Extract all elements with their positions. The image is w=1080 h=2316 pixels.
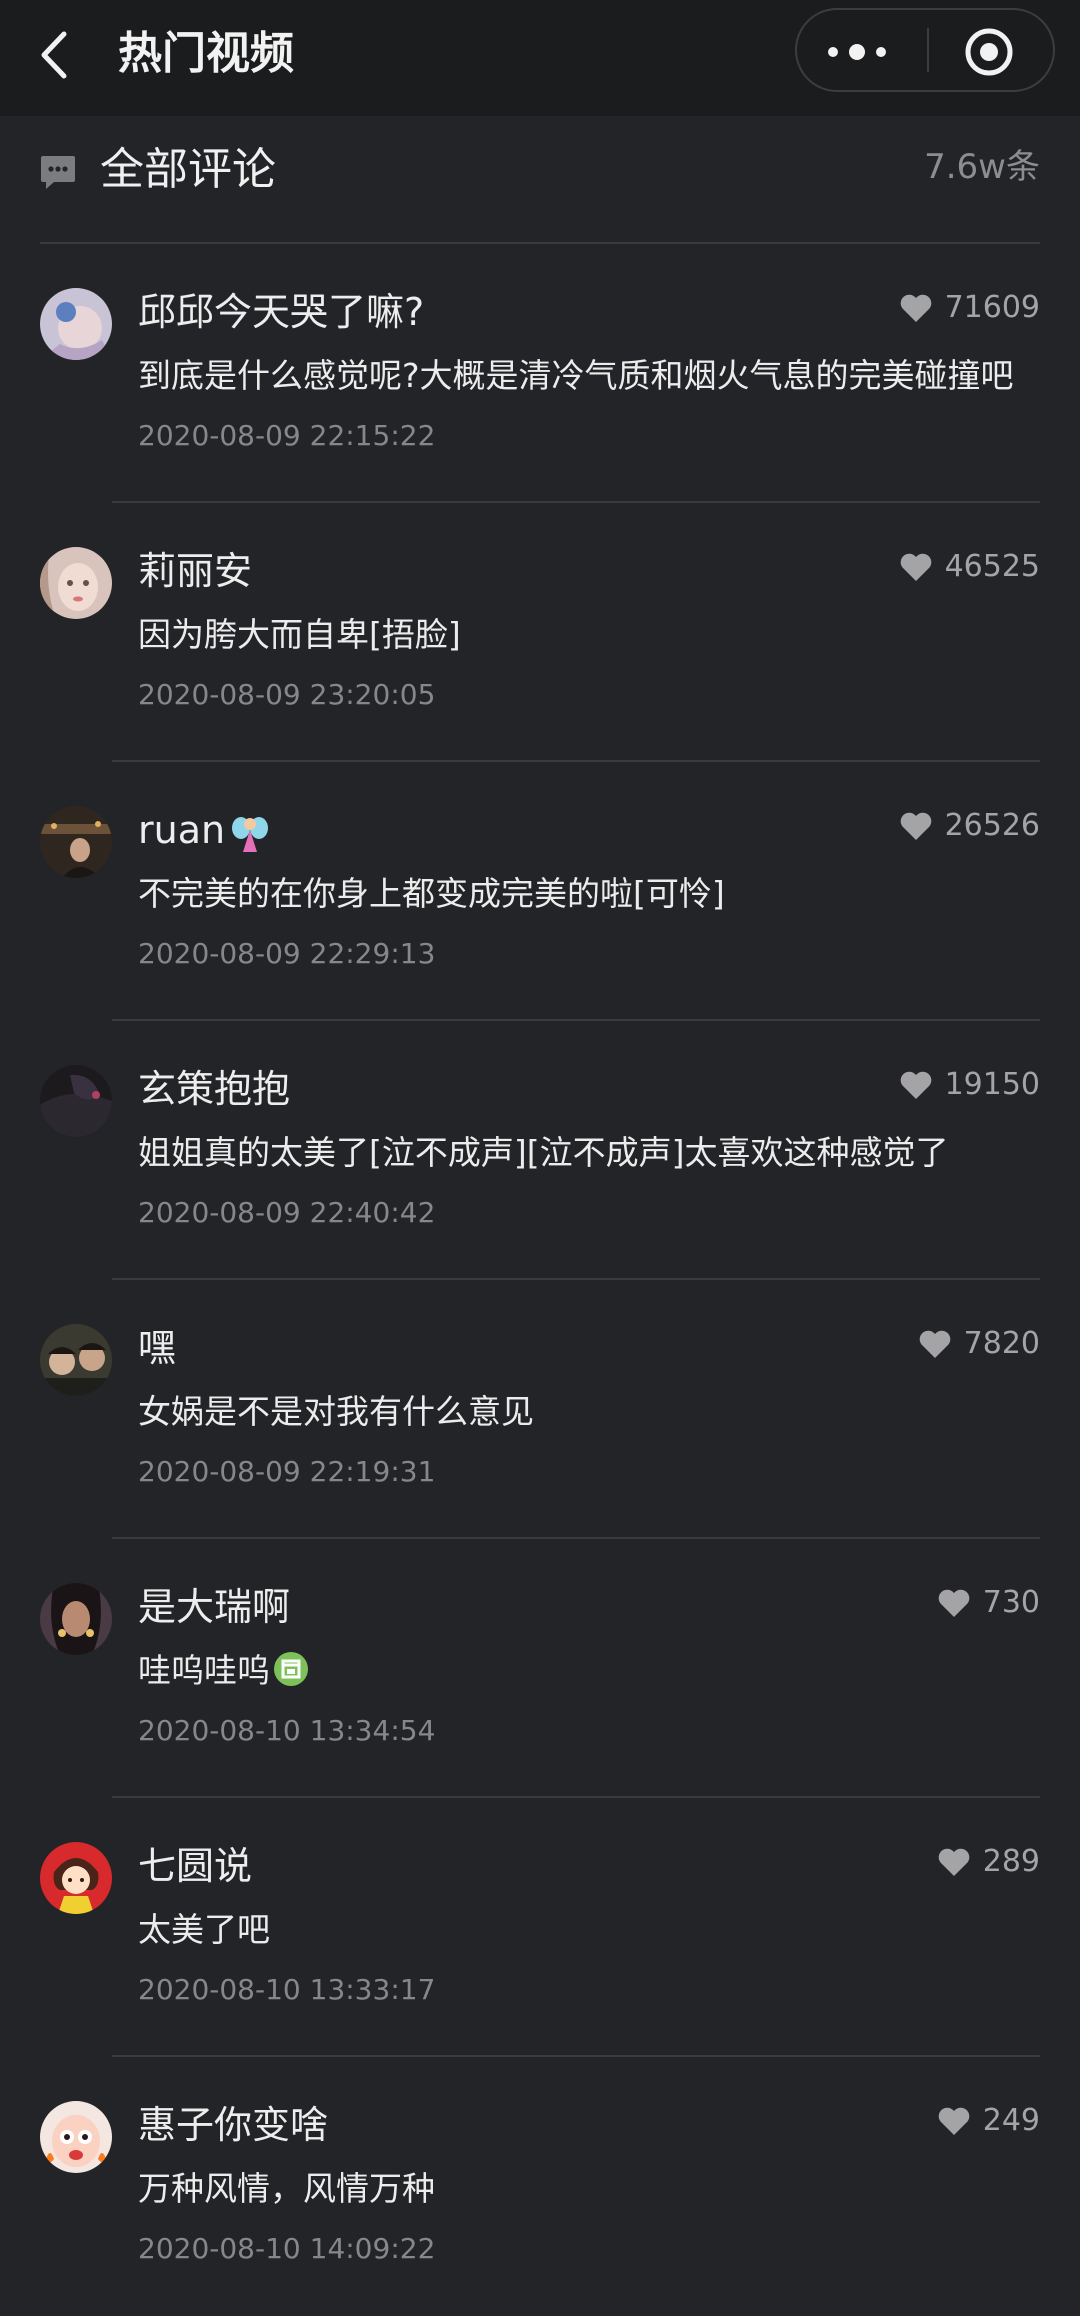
comment-text: 因为胯大而自卑[捂脸] (138, 615, 461, 654)
fairy-emoji-icon (232, 816, 269, 852)
like-count: 71609 (944, 290, 1040, 325)
avatar[interactable] (40, 1842, 112, 1914)
back-button[interactable] (30, 20, 86, 90)
comment-list: 邱邱今天哭了嘛? 71609 到底是什么感觉呢?大概是清冷气质和烟火气息的完美碰… (0, 244, 1080, 2316)
comment-item: 是大瑞啊 730 哇呜哇呜 2020-08-10 13:34:54 (0, 1539, 1080, 1798)
heart-icon (900, 294, 931, 322)
page-title: 热门视频 (118, 28, 294, 79)
comment-text: 女娲是不是对我有什么意见 (138, 1392, 534, 1431)
avatar[interactable] (40, 1324, 112, 1396)
comment-item: ruan 26526 不完美的在你身上都变成完美的啦[可怜] 2020-08-0… (0, 762, 1080, 1021)
comment-time: 2020-08-10 13:34:54 (138, 1714, 436, 1747)
comment-time: 2020-08-09 22:40:42 (138, 1196, 436, 1229)
username[interactable]: 嘿 (138, 1322, 176, 1374)
heart-icon (938, 2107, 970, 2135)
like-count: 730 (982, 1585, 1040, 1620)
comment-time: 2020-08-09 22:19:31 (138, 1455, 436, 1488)
mini-program-capsule (795, 8, 1055, 92)
username[interactable]: 七圆说 (138, 1840, 252, 1892)
heart-icon (938, 1589, 970, 1617)
comment-item: 惠子你变啥 249 万种风情，风情万种 2020-08-10 14:09:22 (0, 2057, 1080, 2316)
comment-item: 七圆说 289 太美了吧 2020-08-10 13:33:17 (0, 1798, 1080, 2057)
heart-icon (900, 1071, 931, 1099)
target-circle-icon (965, 28, 1013, 76)
more-button[interactable] (797, 10, 925, 90)
avatar[interactable] (40, 288, 112, 360)
comment-text: 到底是什么感觉呢?大概是清冷气质和烟火气息的完美碰撞吧 (138, 356, 1014, 395)
section-title: 全部评论 (100, 144, 276, 195)
comment-text: 太美了吧 (138, 1910, 270, 1949)
close-button[interactable] (931, 10, 1053, 90)
avatar[interactable] (40, 547, 112, 619)
comment-text: 万种风情，风情万种 (138, 2169, 435, 2208)
username[interactable]: 惠子你变啥 (138, 2099, 328, 2151)
like-button[interactable]: 46525 (899, 545, 1040, 589)
comment-time: 2020-08-10 14:09:22 (138, 2232, 436, 2265)
navigation-bar: 热门视频 (0, 0, 1080, 116)
comment-item: 玄策抱抱 19150 姐姐真的太美了[泣不成声][泣不成声]太喜欢这种感觉了 2… (0, 1021, 1080, 1280)
like-button[interactable]: 289 (937, 1840, 1040, 1884)
username[interactable]: 是大瑞啊 (138, 1581, 290, 1633)
like-count: 289 (982, 1844, 1040, 1879)
comment-count: 7.6w条 (924, 147, 1040, 187)
username[interactable]: 邱邱今天哭了嘛? (138, 286, 424, 338)
capsule-divider (927, 28, 929, 72)
like-count: 46525 (944, 549, 1040, 584)
like-button[interactable]: 7820 (918, 1322, 1040, 1366)
heart-icon (900, 553, 931, 581)
more-dots-icon (828, 44, 886, 60)
heart-icon (919, 1330, 950, 1358)
like-button[interactable]: 26526 (899, 804, 1040, 848)
username[interactable]: ruan (138, 804, 271, 856)
green-smile-emoji-icon (274, 1652, 308, 1686)
comment-text: 不完美的在你身上都变成完美的啦[可怜] (138, 874, 725, 913)
comment-item: 邱邱今天哭了嘛? 71609 到底是什么感觉呢?大概是清冷气质和烟火气息的完美碰… (0, 244, 1080, 503)
comment-time: 2020-08-09 22:15:22 (138, 419, 436, 452)
avatar[interactable] (40, 806, 112, 878)
username[interactable]: 玄策抱抱 (138, 1063, 290, 1115)
comment-item: 莉丽安 46525 因为胯大而自卑[捂脸] 2020-08-09 23:20:0… (0, 503, 1080, 762)
username[interactable]: 莉丽安 (138, 545, 252, 597)
like-count: 26526 (944, 808, 1040, 843)
comment-text: 姐姐真的太美了[泣不成声][泣不成声]太喜欢这种感觉了 (138, 1133, 949, 1172)
like-count: 19150 (944, 1067, 1040, 1102)
heart-icon (900, 812, 931, 840)
comment-time: 2020-08-10 13:33:17 (138, 1973, 436, 2006)
comment-bubble-icon (41, 156, 75, 189)
comment-text: 哇呜哇呜 (138, 1647, 1038, 1695)
like-button[interactable]: 19150 (899, 1063, 1040, 1107)
comments-header: 全部评论 7.6w条 (0, 116, 1080, 242)
like-count: 249 (982, 2103, 1040, 2138)
like-count: 7820 (963, 1326, 1040, 1361)
avatar[interactable] (40, 1065, 112, 1137)
comment-time: 2020-08-09 22:29:13 (138, 937, 436, 970)
like-button[interactable]: 71609 (899, 286, 1040, 330)
back-arrow-icon (41, 31, 67, 79)
heart-icon (938, 1848, 970, 1876)
avatar[interactable] (40, 1583, 112, 1655)
like-button[interactable]: 249 (937, 2099, 1040, 2143)
like-button[interactable]: 730 (937, 1581, 1040, 1625)
comment-time: 2020-08-09 23:20:05 (138, 678, 436, 711)
comment-item: 嘿 7820 女娲是不是对我有什么意见 2020-08-09 22:19:31 (0, 1280, 1080, 1539)
avatar[interactable] (40, 2101, 112, 2173)
